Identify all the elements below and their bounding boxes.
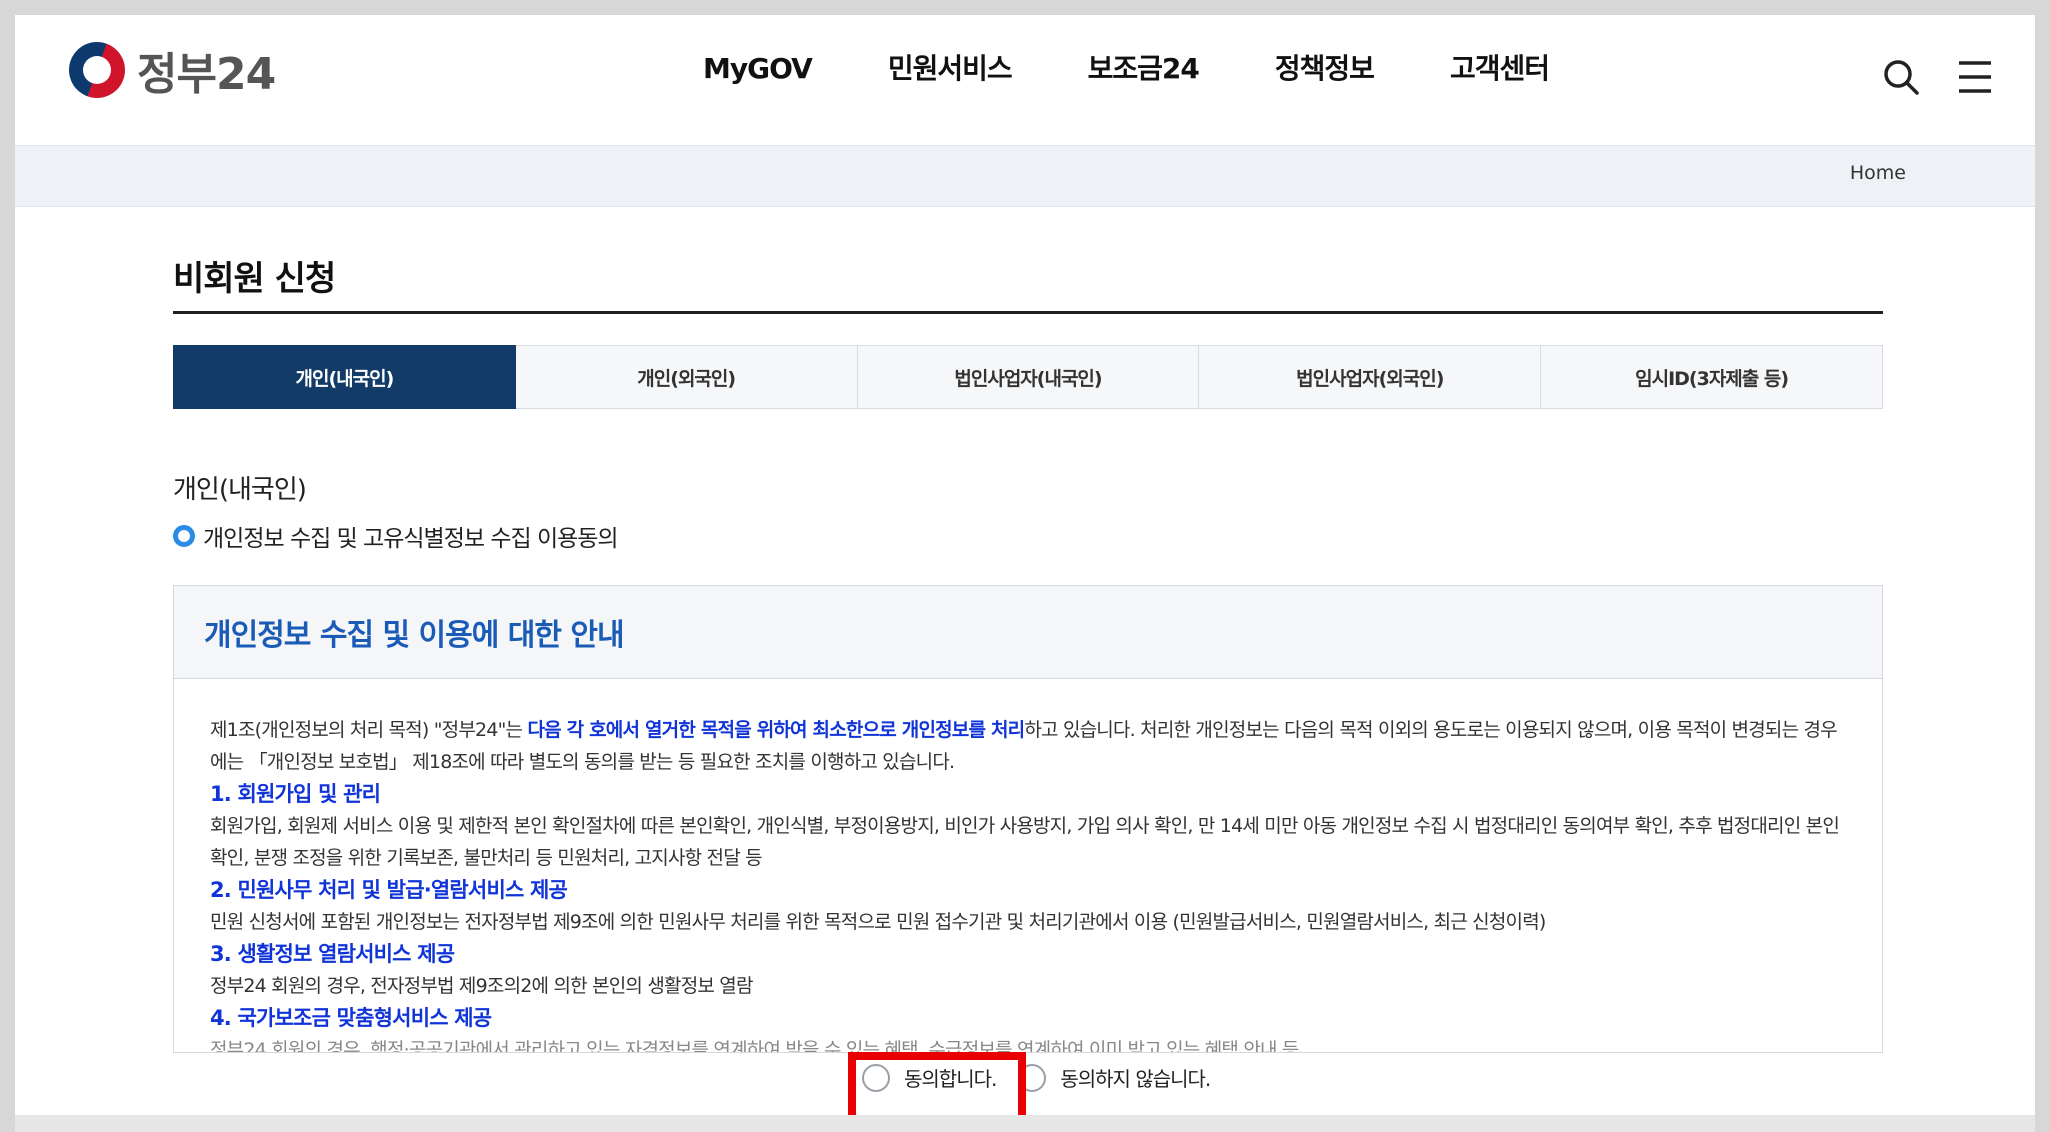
tab-korean-business[interactable]: 법인사업자(내국인) <box>857 345 1200 409</box>
disagree-label[interactable]: 동의하지 않습니다. <box>1060 1063 1211 1092</box>
notice-item-desc: 정부24 회원의 경우, 전자정부법 제9조의2에 의한 본인의 생활정보 열람 <box>210 975 753 997</box>
notice-title: 개인정보 수집 및 이용에 대한 안내 <box>204 618 625 653</box>
notice-item-heading: 1. 회원가입 및 관리 <box>210 782 381 806</box>
notice-intro: 제1조(개인정보의 처리 목적) "정부24"는 다음 각 호에서 열거한 목적… <box>210 714 1850 778</box>
search-icon[interactable] <box>1881 57 1921 97</box>
breadcrumb-home[interactable]: Home <box>1850 162 1906 184</box>
section-label: 개인(내국인) <box>173 475 307 505</box>
notice-item-desc: 회원가입, 회원제 서비스 이용 및 제한적 본인 확인절차에 따른 본인확인,… <box>210 815 1840 869</box>
tab-korean-individual[interactable]: 개인(내국인) <box>173 345 516 409</box>
page: 정부24 MyGOV 민원서비스 보조금24 정책정보 고객센터 Home 비회… <box>15 15 2035 1132</box>
consent-item-heading: 개인정보 수집 및 고유식별정보 수집 이용동의 <box>173 519 619 553</box>
site-header: 정부24 MyGOV 민원서비스 보조금24 정책정보 고객센터 <box>15 15 2035 145</box>
tab-foreign-individual[interactable]: 개인(외국인) <box>515 345 858 409</box>
page-title: 비회원 신청 <box>173 259 336 299</box>
nav-mygov[interactable]: MyGOV <box>665 41 850 97</box>
main-nav: MyGOV 민원서비스 보조금24 정책정보 고객센터 <box>665 41 1587 97</box>
nav-subsidy24[interactable]: 보조금24 <box>1050 41 1237 97</box>
site-logo[interactable]: 정부24 <box>69 35 276 105</box>
notice-item-heading: 3. 생활정보 열람서비스 제공 <box>210 942 455 966</box>
notice-body: 제1조(개인정보의 처리 목적) "정부24"는 다음 각 호에서 열거한 목적… <box>210 714 1850 1053</box>
disagree-option[interactable]: 동의하지 않습니다. <box>1018 1063 1211 1092</box>
intro-highlight: 다음 각 호에서 열거한 목적을 위하여 최소한으로 개인정보를 처리 <box>527 719 1025 741</box>
title-divider <box>173 311 1883 314</box>
nav-customer-center[interactable]: 고객센터 <box>1412 41 1587 97</box>
notice-item-desc: 정부24 회원의 경우, 행정·공공기관에서 관리하고 있는 자격정보를 연계하… <box>210 1039 1299 1053</box>
bottom-strip <box>15 1115 2035 1132</box>
applicant-type-tabs: 개인(내국인) 개인(외국인) 법인사업자(내국인) 법인사업자(외국인) 임시… <box>173 345 1883 409</box>
notice-header: 개인정보 수집 및 이용에 대한 안내 <box>174 586 1882 679</box>
hamburger-menu-icon[interactable] <box>1955 57 1995 97</box>
privacy-notice-box[interactable]: 개인정보 수집 및 이용에 대한 안내 제1조(개인정보의 처리 목적) "정부… <box>173 585 1883 1053</box>
intro-prefix: 제1조(개인정보의 처리 목적) "정부24"는 <box>210 719 528 741</box>
ring-bullet-icon <box>173 525 195 547</box>
notice-item-heading: 4. 국가보조금 맞춤형서비스 제공 <box>210 1006 492 1030</box>
notice-item-desc: 민원 신청서에 포함된 개인정보는 전자정부법 제9조에 의한 민원사무 처리를… <box>210 911 1546 933</box>
logo-text: 정부24 <box>137 49 276 100</box>
tab-temporary-id[interactable]: 임시ID(3자제출 등) <box>1541 345 1883 409</box>
nav-civil-services[interactable]: 민원서비스 <box>850 41 1050 97</box>
nav-policy-info[interactable]: 정책정보 <box>1237 41 1412 97</box>
tab-foreign-business[interactable]: 법인사업자(외국인) <box>1199 345 1542 409</box>
consent-item-label: 개인정보 수집 및 고유식별정보 수집 이용동의 <box>203 526 619 552</box>
taegeuk-logo-icon <box>69 42 125 98</box>
breadcrumb: Home <box>15 145 2035 207</box>
notice-item-heading: 2. 민원사무 처리 및 발급·열람서비스 제공 <box>210 878 568 902</box>
